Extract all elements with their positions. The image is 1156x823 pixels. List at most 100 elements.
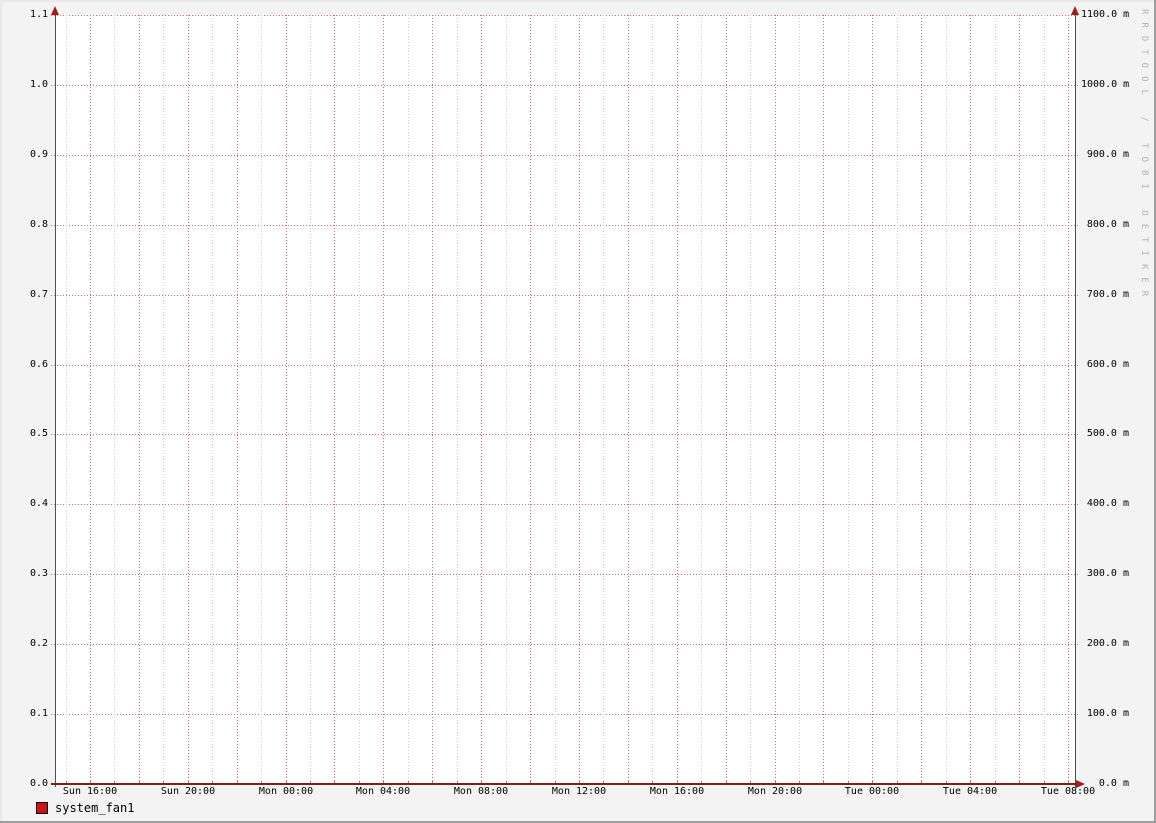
- minor-vgrid-line: [897, 15, 898, 784]
- major-vgrid-line: [677, 15, 678, 784]
- right-y-axis-tick-label: 900.0 m: [1086, 149, 1129, 160]
- minor-vgrid-line: [995, 15, 996, 784]
- left-y-axis-tick-label: 0.3: [29, 568, 48, 579]
- rrdtool-watermark: RRDTOOL / TOBI OETIKER: [1139, 9, 1149, 305]
- x-axis-line: [51, 783, 1081, 785]
- minor-vgrid-line: [603, 15, 604, 784]
- x-axis-tick-label: Tue 00:00: [844, 786, 900, 797]
- x-axis-tick-label: Mon 04:00: [355, 786, 411, 797]
- minor-vgrid-line: [261, 15, 262, 784]
- minor-vgrid-line: [701, 15, 702, 784]
- major-vgrid-line: [90, 15, 91, 784]
- left-y-axis-tick-label: 0.8: [29, 219, 48, 230]
- major-hgrid-line: [51, 85, 1079, 86]
- major-vgrid-line: [579, 15, 580, 784]
- minor-vgrid-line: [848, 15, 849, 784]
- major-hgrid-line: [51, 644, 1079, 645]
- x-axis-tick-label: Mon 12:00: [551, 786, 607, 797]
- left-y-axis-tick-label: 1.1: [29, 9, 48, 20]
- right-y-axis-tick-label: 700.0 m: [1086, 289, 1129, 300]
- legend-series-label: system_fan1: [55, 801, 135, 815]
- major-vgrid-line: [1019, 15, 1020, 784]
- major-hgrid-line: [51, 714, 1079, 715]
- major-vgrid-line: [628, 15, 629, 784]
- x-axis-tick-label: Tue 04:00: [942, 786, 998, 797]
- legend-color-swatch: [36, 802, 48, 814]
- left-y-axis-tick-label: 0.0: [29, 778, 48, 789]
- left-y-axis-line: [55, 15, 56, 787]
- minor-vgrid-line: [750, 15, 751, 784]
- right-y-axis-tick-label: 400.0 m: [1086, 498, 1129, 509]
- left-y-axis-tick-label: 0.5: [29, 428, 48, 439]
- minor-vgrid-line: [163, 15, 164, 784]
- left-y-axis-tick-label: 1.0: [29, 79, 48, 90]
- major-vgrid-line: [237, 15, 238, 784]
- major-vgrid-line: [481, 15, 482, 784]
- minor-vgrid-line: [652, 15, 653, 784]
- major-vgrid-line: [139, 15, 140, 784]
- minor-vgrid-line: [408, 15, 409, 784]
- right-y-axis-tick-label: 600.0 m: [1086, 359, 1129, 370]
- major-hgrid-line: [51, 504, 1079, 505]
- plot-area: [55, 15, 1075, 784]
- x-axis-tick-label: Tue 08:00: [1040, 786, 1096, 797]
- major-vgrid-line: [286, 15, 287, 784]
- minor-vgrid-line: [359, 15, 360, 784]
- major-hgrid-line: [51, 295, 1079, 296]
- minor-vgrid-line: [555, 15, 556, 784]
- x-axis-tick-label: Sun 20:00: [160, 786, 216, 797]
- major-vgrid-line: [188, 15, 189, 784]
- minor-vgrid-line: [66, 15, 67, 784]
- left-y-axis-tick-label: 0.2: [29, 638, 48, 649]
- major-vgrid-line: [530, 15, 531, 784]
- x-axis-arrow-right-icon: [1076, 780, 1085, 788]
- major-vgrid-line: [775, 15, 776, 784]
- minor-vgrid-line: [457, 15, 458, 784]
- major-hgrid-line: [51, 574, 1079, 575]
- border-edge-top: [0, 0, 1156, 2]
- major-hgrid-line: [51, 225, 1079, 226]
- minor-vgrid-line: [212, 15, 213, 784]
- major-hgrid-line: [51, 434, 1079, 435]
- rrdtool-graph: 0.0 0.0 m 0.1 100.0 m 0.2 200.0 m 0.3 300.0 m 0.…: [0, 0, 1156, 823]
- major-vgrid-line: [432, 15, 433, 784]
- x-axis-tick-label: Sun 16:00: [62, 786, 118, 797]
- right-y-axis-tick-label: 200.0 m: [1086, 638, 1129, 649]
- right-y-axis-tick-label: 500.0 m: [1086, 428, 1129, 439]
- minor-vgrid-line: [946, 15, 947, 784]
- major-hgrid-line: [51, 155, 1079, 156]
- major-hgrid-line: [51, 365, 1079, 366]
- right-y-axis-tick-label: 100.0 m: [1086, 708, 1129, 719]
- x-axis-tick-label: Mon 08:00: [453, 786, 509, 797]
- right-axis-arrow-up-icon: [1071, 6, 1079, 15]
- x-axis-tick-label: Mon 16:00: [649, 786, 705, 797]
- major-vgrid-line: [383, 15, 384, 784]
- right-y-axis-tick-label: 800.0 m: [1086, 219, 1129, 230]
- major-vgrid-line: [823, 15, 824, 784]
- right-y-axis-tick-label: 1100.0 m: [1081, 9, 1130, 20]
- minor-vgrid-line: [114, 15, 115, 784]
- minor-vgrid-line: [506, 15, 507, 784]
- minor-vgrid-line: [799, 15, 800, 784]
- major-vgrid-line: [970, 15, 971, 784]
- major-vgrid-line: [726, 15, 727, 784]
- left-axis-arrow-up-icon: [51, 6, 59, 15]
- right-y-axis-line: [1075, 15, 1076, 787]
- left-y-axis-tick-label: 0.9: [29, 149, 48, 160]
- major-vgrid-line: [334, 15, 335, 784]
- x-axis-tick-label: Mon 20:00: [747, 786, 803, 797]
- right-y-axis-tick-label: 1000.0 m: [1081, 79, 1130, 90]
- major-vgrid-line: [1068, 15, 1069, 784]
- left-y-axis-tick-label: 0.7: [29, 289, 48, 300]
- major-vgrid-line: [921, 15, 922, 784]
- left-y-axis-tick-label: 0.6: [29, 359, 48, 370]
- left-y-axis-tick-label: 0.1: [29, 708, 48, 719]
- major-hgrid-line: [51, 15, 1079, 16]
- left-y-axis-tick-label: 0.4: [29, 498, 48, 509]
- minor-vgrid-line: [1044, 15, 1045, 784]
- minor-vgrid-line: [310, 15, 311, 784]
- border-edge-left: [0, 0, 2, 823]
- right-y-axis-tick-label: 300.0 m: [1086, 568, 1129, 579]
- x-axis-tick-label: Mon 00:00: [258, 786, 314, 797]
- major-vgrid-line: [872, 15, 873, 784]
